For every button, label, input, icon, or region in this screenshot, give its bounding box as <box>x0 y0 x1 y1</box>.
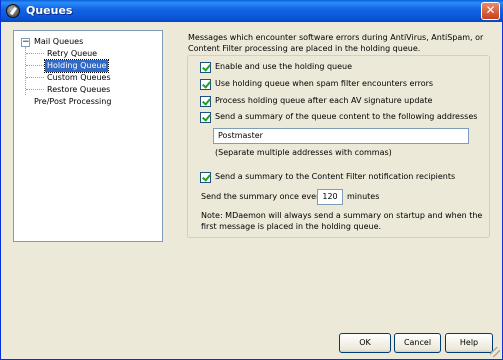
window-title: Queues <box>26 4 73 17</box>
tree-item-restore-queues[interactable]: Restore Queues <box>45 84 112 96</box>
tree-item-mail-queues[interactable]: Mail Queues <box>32 36 85 48</box>
title-bar[interactable]: Queues ✕ <box>1 0 503 22</box>
holding-queue-description: Messages which encounter software errors… <box>188 33 484 53</box>
close-button[interactable]: ✕ <box>481 2 500 20</box>
addresses-hint: (Separate multiple addresses with commas… <box>215 148 392 157</box>
tree-item-pre-post-processing[interactable]: Pre/Post Processing <box>32 96 113 108</box>
tree-item-retry-queue[interactable]: Retry Queue <box>45 48 99 60</box>
spam-filter-errors-label[interactable]: Use holding queue when spam filter encou… <box>215 79 433 88</box>
mdaemon-app-icon <box>6 4 20 18</box>
cancel-button[interactable]: Cancel <box>394 333 441 353</box>
tree-connector <box>25 47 26 95</box>
help-button[interactable]: Help <box>445 333 493 353</box>
summary-interval-input[interactable]: 120 <box>317 189 343 205</box>
collapse-icon[interactable]: − <box>21 38 30 47</box>
tree-connector <box>26 77 44 78</box>
tree-item-custom-queues[interactable]: Custom Queues <box>45 72 113 84</box>
process-after-av-update-checkbox[interactable] <box>200 96 211 107</box>
send-summary-cf-recipients-checkbox[interactable] <box>200 172 211 183</box>
tree-item-holding-queue[interactable]: Holding Queue <box>43 59 110 73</box>
enable-holding-queue-checkbox[interactable] <box>200 62 211 73</box>
queues-dialog: Queues ✕ − Mail Queues Retry Queue Holdi… <box>0 0 503 360</box>
summary-interval-unit: minutes <box>347 192 380 201</box>
spam-filter-errors-checkbox[interactable] <box>200 79 211 90</box>
summary-addresses-input[interactable]: Postmaster <box>213 128 469 144</box>
process-after-av-update-label[interactable]: Process holding queue after each AV sign… <box>215 96 432 105</box>
summary-interval-label: Send the summary once every <box>201 192 325 201</box>
ok-button[interactable]: OK <box>339 333 391 353</box>
resize-grip-icon[interactable] <box>490 347 500 357</box>
send-summary-addresses-label[interactable]: Send a summary of the queue content to t… <box>215 112 477 121</box>
send-summary-addresses-checkbox[interactable] <box>200 112 211 123</box>
send-summary-cf-recipients-label[interactable]: Send a summary to the Content Filter not… <box>215 172 455 181</box>
startup-summary-note: Note: MDaemon will always send a summary… <box>201 211 483 231</box>
navigation-tree[interactable]: − Mail Queues Retry Queue Holding Queue … <box>13 30 163 242</box>
enable-holding-queue-label[interactable]: Enable and use the holding queue <box>215 62 352 71</box>
tree-connector <box>26 65 44 66</box>
tree-connector <box>26 53 44 54</box>
tree-connector <box>26 89 44 90</box>
